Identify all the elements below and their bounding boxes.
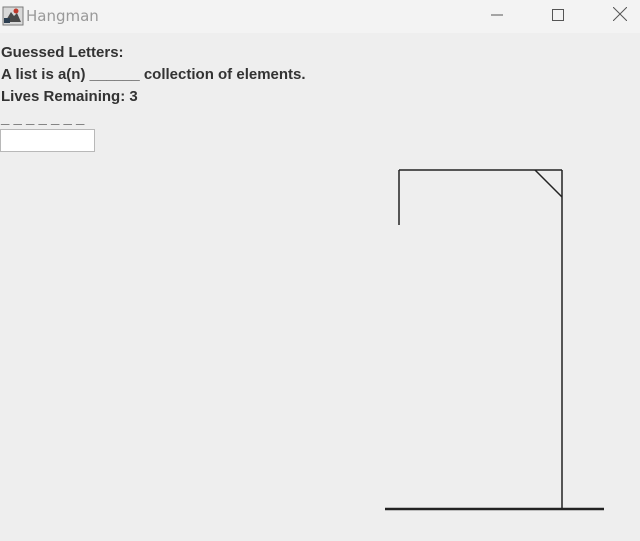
hangman-app-icon [2,6,24,26]
title-bar[interactable]: Hangman [0,0,640,33]
minimize-button[interactable] [474,0,520,33]
game-panel: Guessed Letters: A list is a(n) ______ c… [0,33,640,541]
minimize-icon [491,8,503,26]
hangman-window: Hangman Guessed Letters: A list is a(n) … [0,0,640,541]
gallows-brace [534,169,563,198]
maximize-icon [552,8,564,26]
close-button[interactable] [597,0,640,33]
close-icon [612,6,628,26]
gallows-drawing [385,169,604,511]
maximize-button[interactable] [535,0,581,33]
window-title: Hangman [26,7,99,25]
